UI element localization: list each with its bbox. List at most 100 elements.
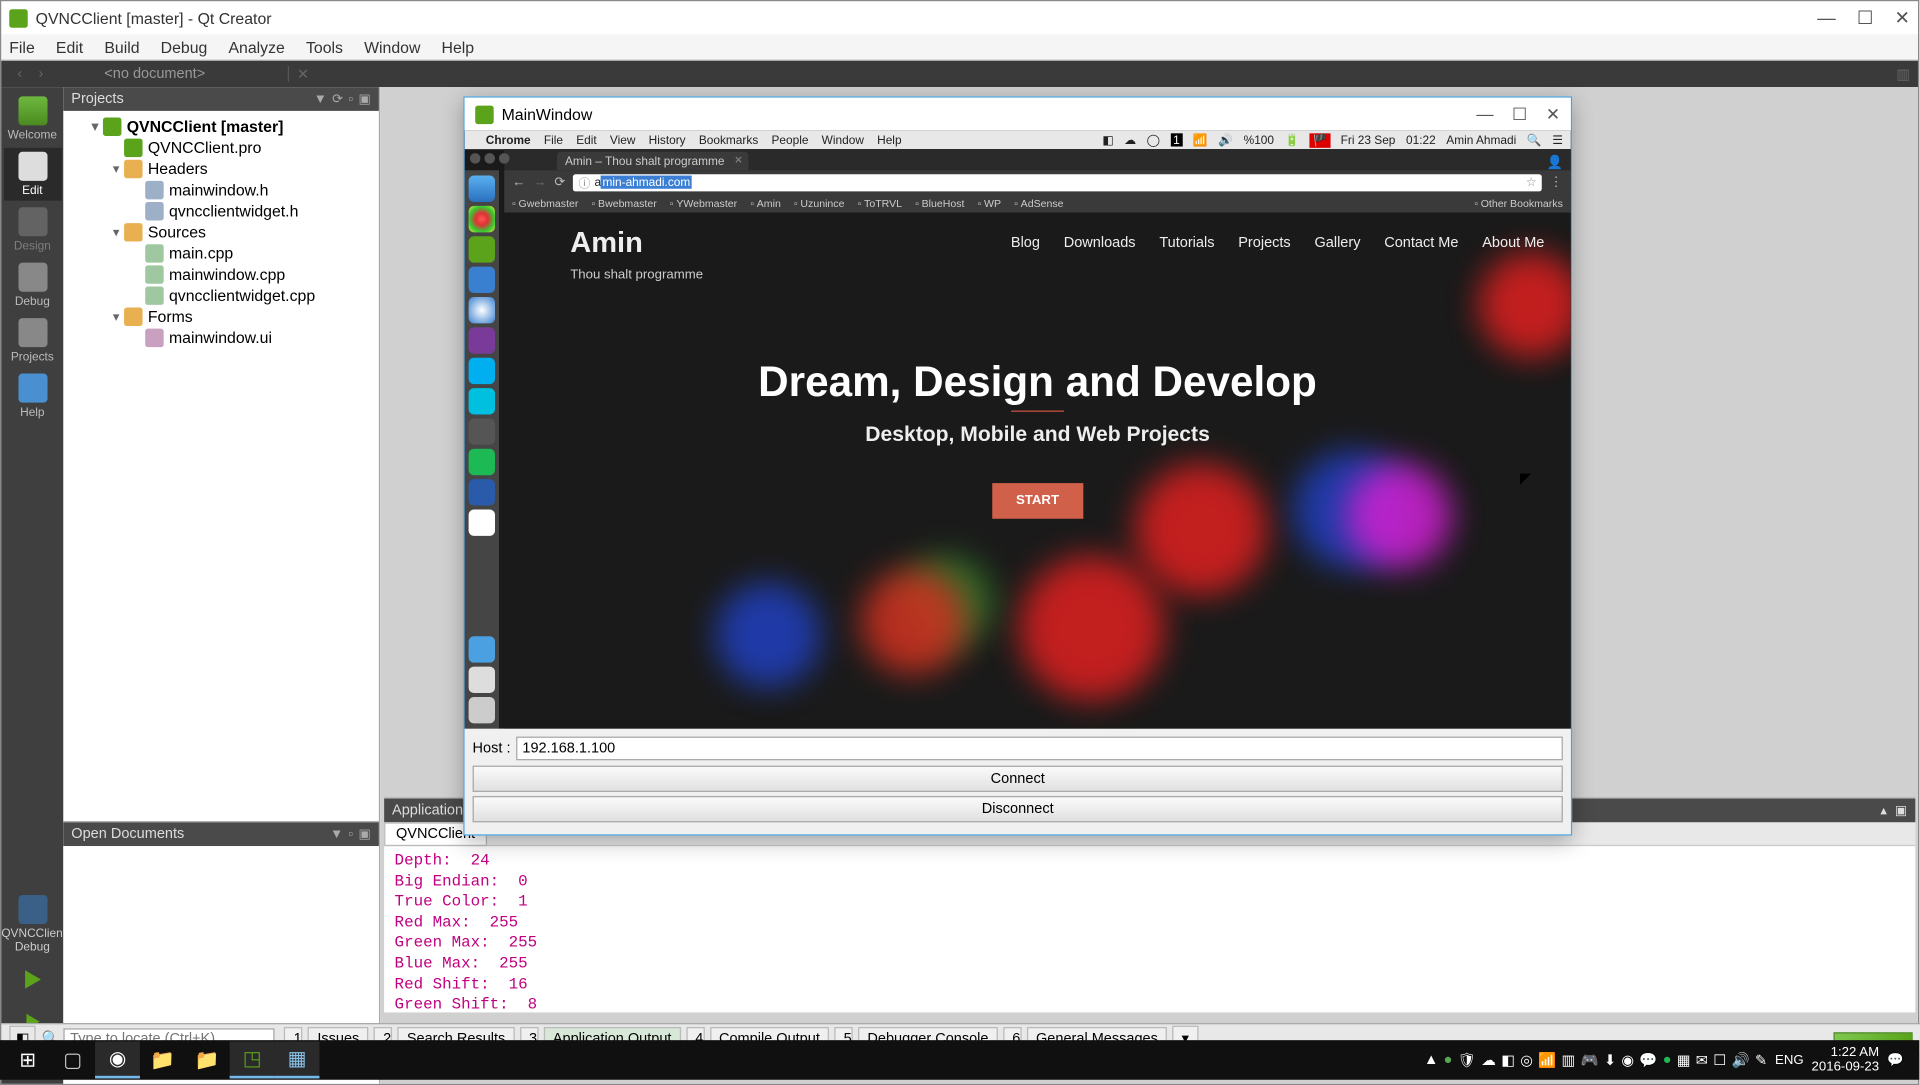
spotlight-icon[interactable]: 🔍 xyxy=(1527,133,1542,148)
lang-indicator[interactable]: ENG xyxy=(1775,1053,1804,1068)
nav-downloads[interactable]: Downloads xyxy=(1064,235,1136,251)
host-input[interactable] xyxy=(516,737,1563,761)
taskview-button[interactable]: ▢ xyxy=(50,1041,95,1078)
kit-selector[interactable]: QVNCClient Debug xyxy=(1,891,63,957)
site-title[interactable]: Amin xyxy=(570,226,643,260)
mode-welcome[interactable]: Welcome xyxy=(3,92,61,145)
dock-trash-icon[interactable] xyxy=(469,697,495,723)
tree-ui1[interactable]: mainwindow.ui xyxy=(63,327,378,348)
tray-icon[interactable]: ● xyxy=(1663,1051,1672,1068)
mac-menu-file[interactable]: File xyxy=(544,133,563,146)
mode-edit[interactable]: Edit xyxy=(3,148,61,201)
tree-h1[interactable]: mainwindow.h xyxy=(63,180,378,201)
flag-icon[interactable]: 🏴 xyxy=(1310,133,1330,148)
dock-onenote-icon[interactable] xyxy=(469,327,495,353)
traffic-close-icon[interactable] xyxy=(470,153,481,164)
dock-doc-icon[interactable] xyxy=(469,667,495,693)
document-dropdown[interactable]: <no document> xyxy=(104,66,289,82)
dock-app-icon[interactable] xyxy=(469,510,495,536)
mac-menu-window[interactable]: Window xyxy=(822,133,864,146)
tree-h2[interactable]: qvncclientwidget.h xyxy=(63,201,378,222)
mac-app[interactable]: Chrome xyxy=(486,133,531,146)
menu-help[interactable]: Help xyxy=(442,38,475,56)
nav-tutorials[interactable]: Tutorials xyxy=(1159,235,1214,251)
dock-qt-icon[interactable] xyxy=(469,236,495,262)
tray-icon[interactable]: ▦ xyxy=(1677,1051,1691,1068)
filter-icon[interactable]: ▼ xyxy=(314,92,327,107)
tray-icon[interactable]: ◎ xyxy=(1520,1051,1533,1068)
dock-spotify-icon[interactable] xyxy=(469,449,495,475)
menu-debug[interactable]: Debug xyxy=(161,38,208,56)
maximize-button[interactable]: ☐ xyxy=(1857,7,1874,29)
split-icon[interactable]: ▥ xyxy=(1896,65,1910,82)
tray-icon[interactable]: ▲ xyxy=(1424,1051,1438,1068)
vnc-viewport[interactable]: Chrome File Edit View History Bookmarks … xyxy=(465,131,1571,729)
mw-minimize-button[interactable]: ― xyxy=(1476,104,1493,125)
tree-c3[interactable]: qvncclientwidget.cpp xyxy=(63,285,378,306)
mac-menu-bookmarks[interactable]: Bookmarks xyxy=(699,133,758,146)
dock-chrome-icon[interactable] xyxy=(469,206,495,232)
close-panel-icon[interactable]: ▣ xyxy=(358,92,370,107)
disconnect-button[interactable]: Disconnect xyxy=(473,796,1563,822)
chrome-tab[interactable]: Amin – Thou shalt programme ✕ xyxy=(557,152,748,170)
bm-bluehost[interactable]: ▫BlueHost xyxy=(915,197,964,209)
tray-icon[interactable]: ☁ xyxy=(1481,1051,1496,1068)
tb-app-icon[interactable]: ▦ xyxy=(275,1041,320,1078)
tab-close-icon[interactable]: ✕ xyxy=(734,154,743,166)
back-icon[interactable]: ← xyxy=(512,175,525,190)
tray-icon[interactable]: ☐ xyxy=(1713,1051,1726,1068)
chrome-avatar-icon[interactable]: 👤 xyxy=(1539,156,1571,171)
tray-icon[interactable]: 🎮 xyxy=(1581,1051,1599,1068)
nav-gallery[interactable]: Gallery xyxy=(1314,235,1360,251)
address-bar[interactable]: ⓘ amin-ahmadi.com ☆ xyxy=(573,174,1541,191)
menu-icon[interactable]: ☰ xyxy=(1552,133,1563,148)
dock-downloads-icon[interactable] xyxy=(469,636,495,662)
wifi-icon[interactable]: 📶 xyxy=(1193,133,1208,148)
battery-status[interactable]: %100 xyxy=(1244,133,1274,146)
dock-settings-icon[interactable] xyxy=(469,418,495,444)
tree-c2[interactable]: mainwindow.cpp xyxy=(63,264,378,285)
menu-edit[interactable]: Edit xyxy=(56,38,83,56)
mac-menu-history[interactable]: History xyxy=(649,133,686,146)
bm-other[interactable]: ▫Other Bookmarks xyxy=(1474,197,1563,209)
bm-bwebmaster[interactable]: ▫Bwebmaster xyxy=(592,197,657,209)
reload-icon[interactable]: ⟳ xyxy=(554,175,565,190)
tb-explorer-icon[interactable]: 📁 xyxy=(185,1041,230,1078)
bm-amin[interactable]: ▫Amin xyxy=(750,197,780,209)
bm-gwebmaster[interactable]: ▫Gwebmaster xyxy=(512,197,578,209)
tree-c1[interactable]: main.cpp xyxy=(63,243,378,264)
tray-icon[interactable]: ● xyxy=(1444,1051,1453,1068)
mac-menu-people[interactable]: People xyxy=(771,133,808,146)
mac-user[interactable]: Amin Ahmadi xyxy=(1446,133,1516,146)
run-button[interactable] xyxy=(17,964,49,996)
dock-app-icon[interactable] xyxy=(469,267,495,293)
split-icon[interactable]: ▼ xyxy=(330,827,343,842)
mac-menu-help[interactable]: Help xyxy=(877,133,901,146)
mode-help[interactable]: Help xyxy=(3,370,61,423)
tray-icon[interactable]: 💬 xyxy=(1639,1051,1657,1068)
volume-icon[interactable]: 🔊 xyxy=(1218,133,1233,148)
menu-file[interactable]: File xyxy=(9,38,35,56)
info-icon[interactable]: ⓘ xyxy=(579,174,591,191)
bm-ywebmaster[interactable]: ▫YWebmaster xyxy=(670,197,737,209)
dock-app-icon[interactable] xyxy=(469,388,495,414)
minimize-button[interactable]: ― xyxy=(1817,7,1835,29)
mw-maximize-button[interactable]: ☐ xyxy=(1512,104,1527,125)
tray-icon[interactable]: 📶 xyxy=(1538,1051,1556,1068)
tree-headers[interactable]: ▾Headers xyxy=(63,158,378,179)
nav-contact[interactable]: Contact Me xyxy=(1384,235,1458,251)
mode-projects[interactable]: Projects xyxy=(3,314,61,367)
mode-debug[interactable]: Debug xyxy=(3,259,61,312)
bm-adsense[interactable]: ▫AdSense xyxy=(1014,197,1063,209)
chrome-menu-icon[interactable]: ⋮ xyxy=(1550,175,1563,190)
mac-menu-edit[interactable]: Edit xyxy=(576,133,596,146)
tray-icon[interactable]: ☁ xyxy=(1124,133,1136,148)
menu-analyze[interactable]: Analyze xyxy=(228,38,284,56)
tray-icon[interactable]: ⬇ xyxy=(1604,1051,1616,1068)
notifications-icon[interactable]: 💬 xyxy=(1887,1053,1903,1068)
tray-icon[interactable]: 🛡 xyxy=(1458,1051,1476,1068)
star-icon[interactable]: ☆ xyxy=(1526,175,1537,190)
tray-icon[interactable]: ✎ xyxy=(1755,1051,1767,1068)
tray-icon[interactable]: ▥ xyxy=(1562,1051,1576,1068)
tree-sources[interactable]: ▾Sources xyxy=(63,222,378,243)
